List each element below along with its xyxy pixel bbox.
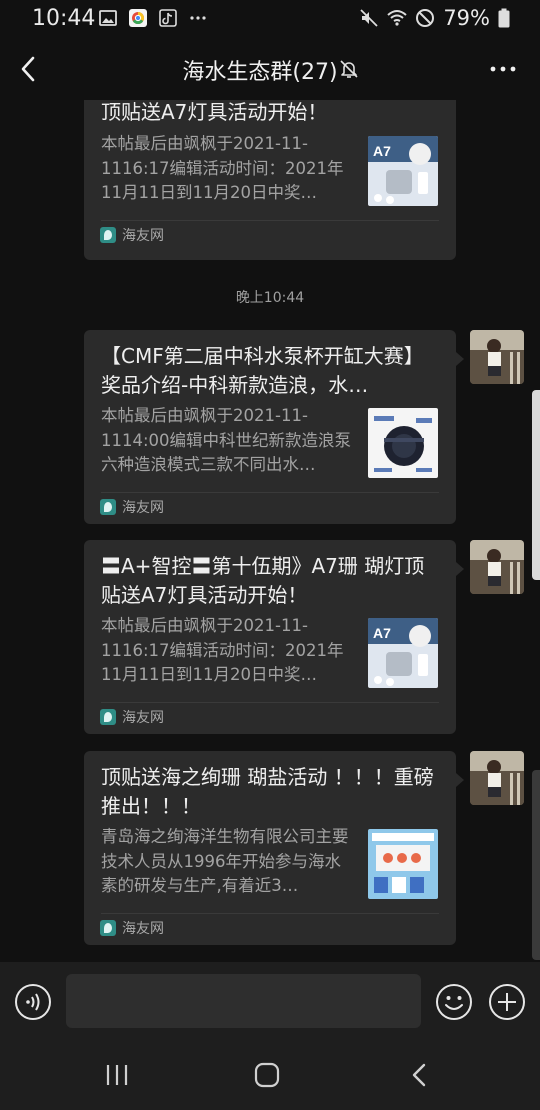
- battery-percent: 79%: [443, 6, 490, 30]
- tiktok-icon: [159, 9, 177, 27]
- plus-icon[interactable]: [488, 983, 526, 1021]
- avatar[interactable]: [470, 540, 524, 594]
- back-icon[interactable]: [408, 1061, 430, 1089]
- card-thumbnail: A7: [368, 618, 438, 688]
- card-thumbnail: A7: [368, 136, 438, 206]
- battery-icon: [498, 8, 510, 28]
- card-source: 海友网: [100, 497, 164, 517]
- link-card[interactable]: 〓A+智控〓第十伍期》A7珊 瑚灯顶贴送A7灯具活动开始！ 本帖最后由飒枫于20…: [84, 540, 464, 734]
- source-logo-icon: [100, 499, 116, 515]
- card-source: 海友网: [100, 225, 164, 245]
- link-card[interactable]: 顶贴送海之绚珊 瑚盐活动 ！！！重磅推出！！！ 青岛海之绚海洋生物有限公司主要技…: [84, 751, 464, 945]
- status-time: 10:44: [32, 6, 96, 31]
- system-status-icons: 79%: [359, 6, 510, 30]
- card-title: 〓A+智控〓第十伍期》A7珊 瑚灯顶贴送A7灯具活动开始！: [101, 554, 425, 607]
- wifi-icon: [387, 10, 407, 26]
- recent-apps-icon[interactable]: [104, 1062, 130, 1088]
- source-logo-icon: [100, 227, 116, 243]
- avatar[interactable]: [470, 330, 524, 384]
- source-name: 海友网: [122, 228, 164, 244]
- gallery-icon: [99, 10, 117, 26]
- card-divider: [101, 913, 439, 914]
- emoji-icon[interactable]: [435, 983, 473, 1021]
- home-icon[interactable]: [253, 1061, 281, 1089]
- card-title: 顶贴送海之绚珊 瑚盐活动 ！！！重磅推出！！！: [101, 765, 434, 818]
- input-bar: [0, 962, 540, 1042]
- card-description: 本帖最后由飒枫于2021-11-1114:00编辑中科世纪新款造浪泵六种造浪模式…: [101, 406, 352, 474]
- status-bar: 10:44 79%: [0, 0, 540, 38]
- card-thumbnail: [368, 829, 438, 899]
- source-name: 海友网: [122, 921, 164, 937]
- notification-icons: [98, 8, 208, 28]
- message-timestamp: 晚上10:44: [235, 290, 305, 306]
- chat-messages[interactable]: 顶贴送A7灯具活动开始！ 本帖最后由飒枫于2021-11-1116:17编辑活动…: [0, 100, 540, 962]
- mute-icon: [360, 9, 378, 27]
- source-logo-icon: [100, 920, 116, 936]
- avatar[interactable]: [470, 751, 524, 805]
- scrollbar[interactable]: [532, 390, 540, 580]
- thumb-label: A7: [373, 143, 391, 159]
- card-divider: [101, 702, 439, 703]
- source-name: 海友网: [122, 710, 164, 726]
- chat-title: 海水生态群(27): [182, 60, 338, 85]
- source-name: 海友网: [122, 500, 164, 516]
- chat-header: 海水生态群(27): [0, 38, 540, 100]
- thumb-label: A7: [373, 625, 391, 641]
- message-input[interactable]: [66, 974, 421, 1028]
- system-navigation: [0, 1042, 540, 1110]
- do-not-disturb-icon: [416, 9, 435, 27]
- card-title: 顶贴送A7灯具活动开始！: [101, 100, 328, 124]
- card-divider: [101, 220, 439, 221]
- card-source: 海友网: [100, 918, 164, 938]
- scrollbar-track: [532, 770, 540, 960]
- card-source: 海友网: [100, 707, 164, 727]
- card-description: 本帖最后由飒枫于2021-11-1116:17编辑活动时间：2021年11月11…: [101, 134, 344, 202]
- card-description: 青岛海之绚海洋生物有限公司主要技术人员从1996年开始参与海水素的研发与生产,有…: [101, 827, 349, 895]
- card-title: 【CMF第二届中科水泵杯开缸大赛】奖品介绍-中科新款造浪，水…: [101, 344, 424, 397]
- source-logo-icon: [100, 709, 116, 725]
- card-divider: [101, 492, 439, 493]
- link-card[interactable]: 【CMF第二届中科水泵杯开缸大赛】奖品介绍-中科新款造浪，水… 本帖最后由飒枫于…: [84, 330, 464, 524]
- link-card[interactable]: 顶贴送A7灯具活动开始！ 本帖最后由飒枫于2021-11-1116:17编辑活动…: [84, 100, 456, 260]
- more-dots-icon: [190, 16, 206, 20]
- more-options-icon[interactable]: [488, 56, 518, 82]
- card-description: 本帖最后由飒枫于2021-11-1116:17编辑活动时间：2021年11月11…: [101, 616, 344, 684]
- bell-off-icon: [340, 60, 358, 78]
- chrome-icon: [129, 9, 147, 27]
- card-thumbnail: [368, 408, 438, 478]
- voice-icon[interactable]: [14, 983, 52, 1021]
